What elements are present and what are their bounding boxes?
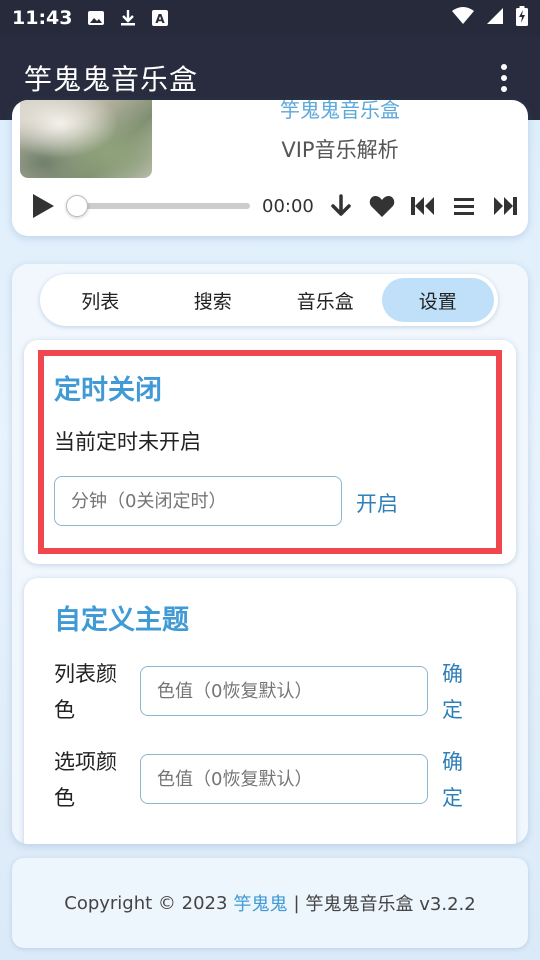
heart-icon[interactable] (369, 193, 395, 219)
battery-charging-icon (516, 5, 528, 31)
svg-text:A: A (156, 12, 166, 26)
progress-bar[interactable] (66, 195, 250, 217)
current-time: 00:00 (262, 195, 314, 217)
theme-title: 自定义主题 (54, 605, 189, 636)
image-icon (86, 8, 106, 28)
app-version: 竽鬼鬼音乐盒 v3.2.2 (305, 894, 476, 915)
copyright-text: Copyright © 2023 (64, 892, 228, 914)
tab-bar: 列表 搜索 音乐盒 设置 (40, 274, 498, 326)
option-color-confirm-button[interactable]: 确定 (442, 744, 472, 816)
playlist-icon[interactable] (451, 193, 477, 219)
option-color-label: 选项颜色 (54, 750, 117, 810)
timer-start-button[interactable]: 开启 (356, 488, 398, 518)
download-icon (118, 8, 138, 28)
settings-panel: 列表 搜索 音乐盒 设置 定时关闭 当前定时未开启 开启 自定义主题 列表颜色 … (12, 264, 528, 844)
progress-knob[interactable] (66, 195, 88, 217)
play-icon[interactable] (30, 192, 56, 220)
footer: Copyright © 2023 竽鬼鬼 | 竽鬼鬼音乐盒 v3.2.2 (12, 858, 528, 948)
status-time: 11:43 (12, 7, 73, 29)
author-link[interactable]: 竽鬼鬼 (233, 890, 287, 916)
player-controls: 00:00 (30, 188, 518, 224)
skip-previous-icon[interactable] (410, 193, 436, 219)
song-name: 竽鬼鬼音乐盒 (280, 100, 400, 122)
album-cover[interactable] (20, 100, 152, 178)
app-title: 竽鬼鬼音乐盒 (24, 63, 199, 96)
song-artist: VIP音乐解析 (281, 138, 399, 162)
theme-card: 自定义主题 列表颜色 确定 选项颜色 确定 (24, 578, 516, 844)
wifi-icon (452, 6, 474, 30)
list-color-confirm-button[interactable]: 确定 (442, 656, 472, 728)
more-vertical-icon[interactable] (492, 58, 516, 98)
footer-separator: | (293, 892, 300, 914)
list-color-label: 列表颜色 (54, 662, 117, 722)
timer-minutes-input[interactable] (54, 476, 342, 526)
tab-music-box[interactable]: 音乐盒 (269, 278, 382, 322)
tab-list[interactable]: 列表 (44, 278, 157, 322)
font-a-icon: A (150, 8, 170, 28)
status-bar: 11:43 A (0, 0, 540, 36)
timer-status: 当前定时未开启 (54, 430, 201, 454)
tab-search[interactable]: 搜索 (157, 278, 270, 322)
tab-settings[interactable]: 设置 (381, 278, 494, 322)
player-card: 竽鬼鬼音乐盒 VIP音乐解析 00:00 (12, 100, 528, 236)
timer-title: 定时关闭 (54, 375, 162, 406)
skip-next-icon[interactable] (492, 193, 518, 219)
list-color-input[interactable] (140, 666, 428, 716)
timer-card: 定时关闭 当前定时未开启 开启 (24, 340, 516, 564)
option-color-input[interactable] (140, 754, 428, 804)
signal-icon (486, 6, 504, 30)
download-icon[interactable] (328, 193, 354, 219)
